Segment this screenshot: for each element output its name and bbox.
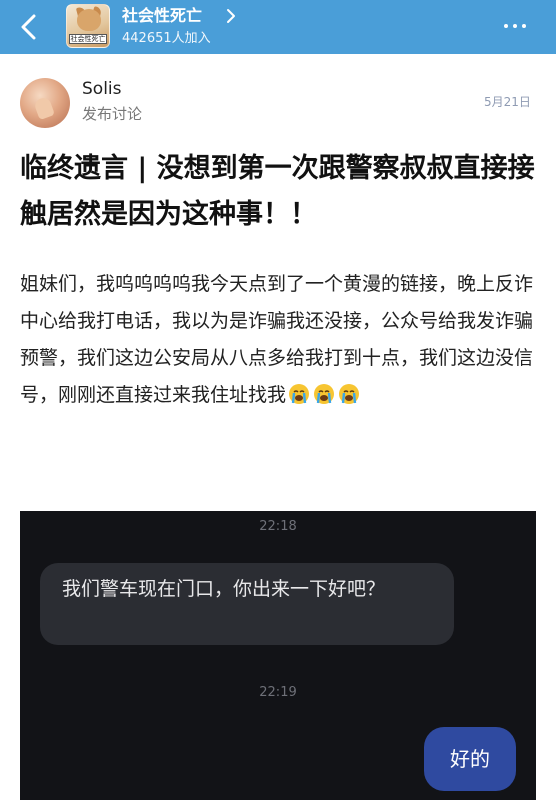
group-avatar[interactable]: 社会性死亡 (66, 4, 110, 48)
group-name[interactable]: 社会性死亡 (122, 6, 202, 26)
post-title: 临终遗言 | 没想到第一次跟警察叔叔直接接触居然是因为这种事！！ (20, 153, 535, 230)
post-body-text: 姐妹们，我呜呜呜呜我今天点到了一个黄漫的链接，晚上反诈中心给我打电话，我以为是诈… (20, 273, 534, 406)
top-bar: 社会性死亡 社会性死亡 442651人加入 (0, 0, 556, 54)
crying-face-icon (288, 383, 310, 405)
author-action: 发布讨论 (82, 105, 143, 123)
chevron-left-icon (21, 14, 36, 40)
chat-timestamp: 22:18 (259, 519, 297, 534)
dot-icon (504, 24, 508, 28)
crying-face-icon (313, 383, 335, 405)
outgoing-message-bubble: 好的 (424, 727, 516, 791)
more-options-button[interactable] (500, 14, 530, 38)
emoji-row (288, 381, 363, 418)
author-name[interactable]: Solis (82, 78, 122, 100)
post-date: 5月21日 (484, 95, 531, 109)
avatar-hand (33, 95, 55, 121)
avatar-caption: 社会性死亡 (70, 35, 106, 43)
chat-screenshot-image[interactable]: 22:18 我们警车现在门口，你出来一下好吧？ 22:19 好的 (20, 511, 536, 800)
post-body: 姐妹们，我呜呜呜呜我今天点到了一个黄漫的链接，晚上反诈中心给我打电话，我以为是诈… (20, 266, 540, 418)
chevron-right-icon[interactable] (226, 7, 236, 25)
dot-icon (522, 24, 526, 28)
member-count: 442651人加入 (122, 31, 211, 46)
incoming-message-bubble: 我们警车现在门口，你出来一下好吧？ (40, 563, 454, 645)
back-button[interactable] (12, 10, 46, 44)
crying-face-icon (338, 383, 360, 405)
author-avatar[interactable] (20, 78, 70, 128)
dot-icon (513, 24, 517, 28)
chat-timestamp: 22:19 (259, 685, 297, 700)
avatar-dog-face (77, 9, 101, 31)
